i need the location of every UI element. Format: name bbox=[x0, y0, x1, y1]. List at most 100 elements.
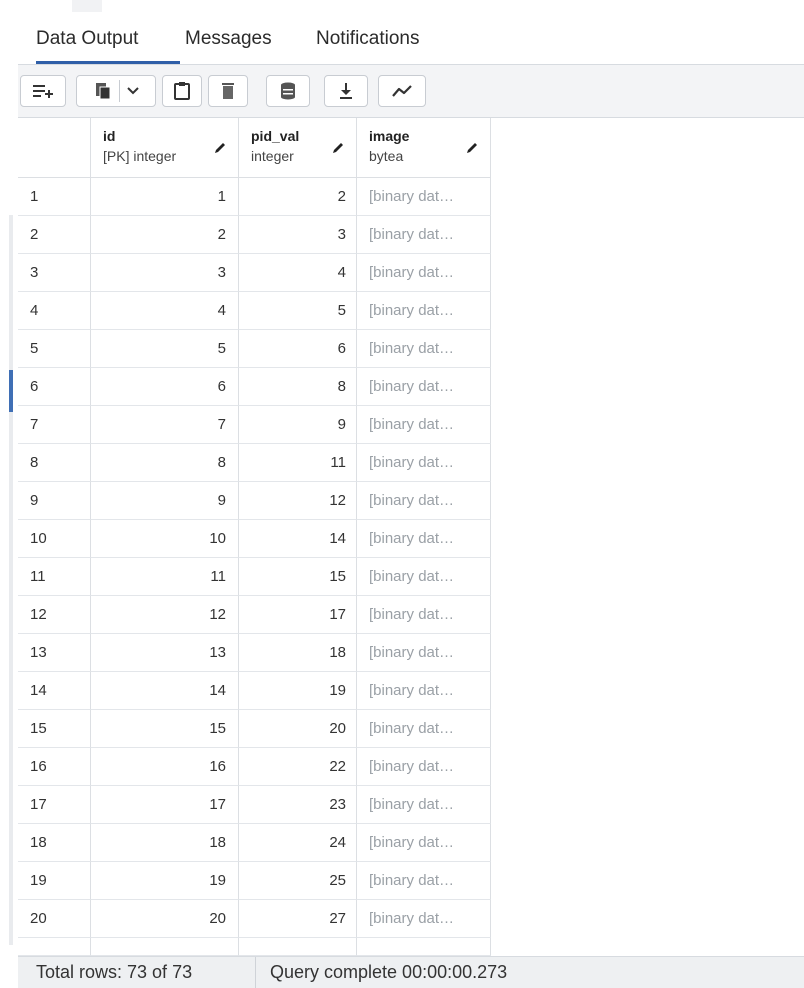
pid-val-cell[interactable]: 24 bbox=[239, 824, 357, 862]
row-number-cell[interactable]: 14 bbox=[18, 672, 91, 710]
pid-val-cell[interactable]: 20 bbox=[239, 710, 357, 748]
id-cell[interactable]: 7 bbox=[91, 406, 239, 444]
image-cell[interactable]: [binary dat… bbox=[357, 634, 491, 672]
pid-val-cell[interactable]: 15 bbox=[239, 558, 357, 596]
image-cell[interactable]: [binary dat… bbox=[357, 824, 491, 862]
row-number-cell[interactable]: 3 bbox=[18, 254, 91, 292]
graph-visualiser-button[interactable] bbox=[378, 75, 426, 107]
edit-pencil-icon[interactable] bbox=[212, 140, 228, 156]
id-cell[interactable]: 11 bbox=[91, 558, 239, 596]
image-cell[interactable]: [binary dat… bbox=[357, 292, 491, 330]
pid-val-cell[interactable]: 4 bbox=[239, 254, 357, 292]
row-number-cell[interactable]: 16 bbox=[18, 748, 91, 786]
id-cell[interactable]: 9 bbox=[91, 482, 239, 520]
pid-val-cell[interactable]: 2 bbox=[239, 178, 357, 216]
column-header-image[interactable]: image bytea bbox=[357, 118, 491, 178]
column-name: pid_val bbox=[251, 128, 300, 144]
tab-messages[interactable]: Messages bbox=[185, 28, 272, 50]
id-cell[interactable]: 6 bbox=[91, 368, 239, 406]
id-cell[interactable]: 17 bbox=[91, 786, 239, 824]
image-cell[interactable]: [binary dat… bbox=[357, 672, 491, 710]
pid-val-cell[interactable]: 8 bbox=[239, 368, 357, 406]
pid-val-cell[interactable]: 27 bbox=[239, 900, 357, 938]
pid-val-cell[interactable]: 25 bbox=[239, 862, 357, 900]
pid-val-cell[interactable]: 5 bbox=[239, 292, 357, 330]
row-number-cell[interactable]: 12 bbox=[18, 596, 91, 634]
paste-button[interactable] bbox=[162, 75, 202, 107]
row-number-cell[interactable]: 11 bbox=[18, 558, 91, 596]
pid-val-cell[interactable]: 14 bbox=[239, 520, 357, 558]
row-number-cell[interactable]: 15 bbox=[18, 710, 91, 748]
id-cell[interactable]: 14 bbox=[91, 672, 239, 710]
image-cell[interactable]: [binary dat… bbox=[357, 406, 491, 444]
column-header-id[interactable]: id [PK] integer bbox=[91, 118, 239, 178]
id-cell[interactable]: 16 bbox=[91, 748, 239, 786]
row-number-cell[interactable]: 10 bbox=[18, 520, 91, 558]
row-number-cell[interactable]: 9 bbox=[18, 482, 91, 520]
id-cell[interactable]: 20 bbox=[91, 900, 239, 938]
id-cell[interactable]: 4 bbox=[91, 292, 239, 330]
pid-val-cell[interactable]: 19 bbox=[239, 672, 357, 710]
row-number-cell[interactable]: 13 bbox=[18, 634, 91, 672]
image-cell[interactable]: [binary dat… bbox=[357, 786, 491, 824]
image-cell[interactable]: [binary dat… bbox=[357, 710, 491, 748]
pid-val-cell[interactable]: 9 bbox=[239, 406, 357, 444]
id-cell[interactable]: 3 bbox=[91, 254, 239, 292]
id-cell[interactable]: 10 bbox=[91, 520, 239, 558]
column-type: integer bbox=[251, 148, 294, 164]
id-cell bbox=[91, 938, 239, 956]
image-cell[interactable]: [binary dat… bbox=[357, 748, 491, 786]
row-number-cell[interactable]: 19 bbox=[18, 862, 91, 900]
image-cell[interactable]: [binary dat… bbox=[357, 330, 491, 368]
image-cell[interactable]: [binary dat… bbox=[357, 862, 491, 900]
image-cell[interactable]: [binary dat… bbox=[357, 900, 491, 938]
image-cell[interactable]: [binary dat… bbox=[357, 558, 491, 596]
id-cell[interactable]: 12 bbox=[91, 596, 239, 634]
id-cell[interactable]: 2 bbox=[91, 216, 239, 254]
edit-pencil-icon[interactable] bbox=[330, 140, 346, 156]
save-data-button[interactable] bbox=[266, 75, 310, 107]
image-cell[interactable]: [binary dat… bbox=[357, 178, 491, 216]
copy-button-group[interactable] bbox=[76, 75, 156, 107]
id-cell[interactable]: 13 bbox=[91, 634, 239, 672]
row-number-cell[interactable]: 18 bbox=[18, 824, 91, 862]
id-cell[interactable]: 1 bbox=[91, 178, 239, 216]
row-number-cell[interactable]: 4 bbox=[18, 292, 91, 330]
download-button[interactable] bbox=[324, 75, 368, 107]
pid-val-cell[interactable]: 6 bbox=[239, 330, 357, 368]
chevron-down-icon[interactable] bbox=[126, 84, 140, 98]
row-number-cell[interactable]: 6 bbox=[18, 368, 91, 406]
row-number-cell[interactable]: 20 bbox=[18, 900, 91, 938]
image-cell[interactable]: [binary dat… bbox=[357, 216, 491, 254]
column-header-pid-val[interactable]: pid_val integer bbox=[239, 118, 357, 178]
image-cell[interactable]: [binary dat… bbox=[357, 444, 491, 482]
tab-data-output[interactable]: Data Output bbox=[36, 28, 138, 50]
id-cell[interactable]: 18 bbox=[91, 824, 239, 862]
pid-val-cell[interactable]: 17 bbox=[239, 596, 357, 634]
delete-button[interactable] bbox=[208, 75, 248, 107]
pid-val-cell[interactable]: 23 bbox=[239, 786, 357, 824]
row-number-cell[interactable]: 1 bbox=[18, 178, 91, 216]
id-cell[interactable]: 19 bbox=[91, 862, 239, 900]
row-number-cell[interactable]: 5 bbox=[18, 330, 91, 368]
id-cell[interactable]: 15 bbox=[91, 710, 239, 748]
row-number-cell[interactable]: 7 bbox=[18, 406, 91, 444]
edit-pencil-icon[interactable] bbox=[464, 140, 480, 156]
pid-val-cell[interactable]: 12 bbox=[239, 482, 357, 520]
pid-val-cell[interactable]: 3 bbox=[239, 216, 357, 254]
tab-notifications[interactable]: Notifications bbox=[316, 28, 420, 50]
image-cell[interactable]: [binary dat… bbox=[357, 254, 491, 292]
image-cell[interactable]: [binary dat… bbox=[357, 368, 491, 406]
row-number-cell[interactable]: 17 bbox=[18, 786, 91, 824]
row-number-cell[interactable]: 2 bbox=[18, 216, 91, 254]
pid-val-cell[interactable]: 11 bbox=[239, 444, 357, 482]
image-cell[interactable]: [binary dat… bbox=[357, 520, 491, 558]
row-number-cell[interactable]: 8 bbox=[18, 444, 91, 482]
pid-val-cell[interactable]: 18 bbox=[239, 634, 357, 672]
pid-val-cell[interactable]: 22 bbox=[239, 748, 357, 786]
add-row-button[interactable] bbox=[20, 75, 66, 107]
image-cell[interactable]: [binary dat… bbox=[357, 482, 491, 520]
id-cell[interactable]: 8 bbox=[91, 444, 239, 482]
id-cell[interactable]: 5 bbox=[91, 330, 239, 368]
image-cell[interactable]: [binary dat… bbox=[357, 596, 491, 634]
